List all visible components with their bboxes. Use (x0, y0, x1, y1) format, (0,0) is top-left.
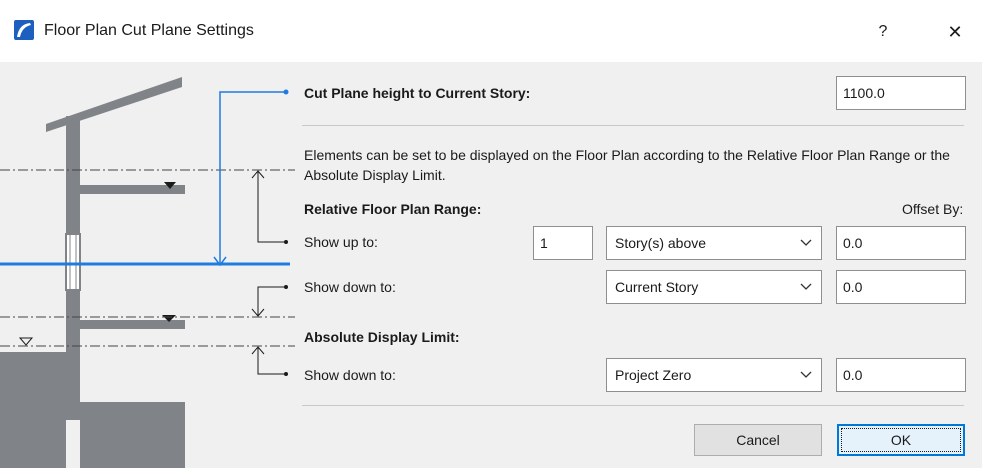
wall-upper (66, 116, 80, 234)
section-diagram (0, 77, 295, 468)
show-up-story-value: Story(s) above (615, 235, 707, 251)
relative-range-heading: Relative Floor Plan Range: (304, 201, 482, 217)
ground-block (0, 352, 66, 468)
separator (302, 405, 964, 406)
window-title: Floor Plan Cut Plane Settings (44, 22, 254, 39)
offset-by-header: Offset By: (902, 201, 964, 217)
show-down-offset-input[interactable]: 0.0 (836, 270, 966, 304)
ground-marker-icon (18, 337, 34, 346)
absolute-limit-value: Project Zero (615, 367, 692, 383)
archicad-app-icon (14, 20, 34, 40)
ok-button[interactable]: OK (837, 424, 965, 456)
absolute-limit-heading: Absolute Display Limit: (304, 329, 460, 345)
focus-ring (841, 428, 961, 452)
absolute-limit-offset-input[interactable]: 0.0 (836, 358, 966, 392)
show-up-label: Show up to: (304, 234, 378, 250)
cut-plane-callout (219, 91, 286, 264)
absolute-show-down-label: Show down to: (304, 367, 396, 383)
show-up-callout (257, 172, 286, 243)
cancel-button[interactable]: Cancel (694, 424, 822, 456)
description-text: Elements can be set to be displayed on t… (304, 147, 950, 183)
absolute-limit-select[interactable]: Project Zero (606, 358, 822, 392)
window-opening (65, 233, 81, 291)
show-down-story-select[interactable]: Current Story (606, 270, 822, 304)
chevron-down-icon (800, 371, 812, 378)
title-bar: Floor Plan Cut Plane Settings ? ✕ (0, 0, 982, 62)
help-button[interactable]: ? (868, 18, 898, 46)
close-button[interactable]: ✕ (940, 18, 970, 46)
chevron-down-icon (800, 283, 812, 290)
cut-plane-dialog: Floor Plan Cut Plane Settings ? ✕ Cut Pl… (0, 0, 982, 468)
cut-plane-label: Cut Plane height to Current Story: (304, 85, 531, 101)
show-up-story-select[interactable]: Story(s) above (606, 226, 822, 260)
show-up-offset-input[interactable]: 0.0 (836, 226, 966, 260)
chevron-down-icon (800, 239, 812, 246)
show-up-story-count-input[interactable]: 1 (533, 226, 593, 260)
show-down-label: Show down to: (304, 279, 396, 295)
dialog-content: Cut Plane height to Current Story: 1100.… (0, 62, 982, 468)
cut-plane-height-input[interactable]: 1100.0 (836, 76, 966, 110)
show-down-story-value: Current Story (615, 279, 699, 295)
separator (302, 125, 964, 126)
wall-lower (66, 290, 80, 420)
foundation-slab (80, 402, 185, 412)
